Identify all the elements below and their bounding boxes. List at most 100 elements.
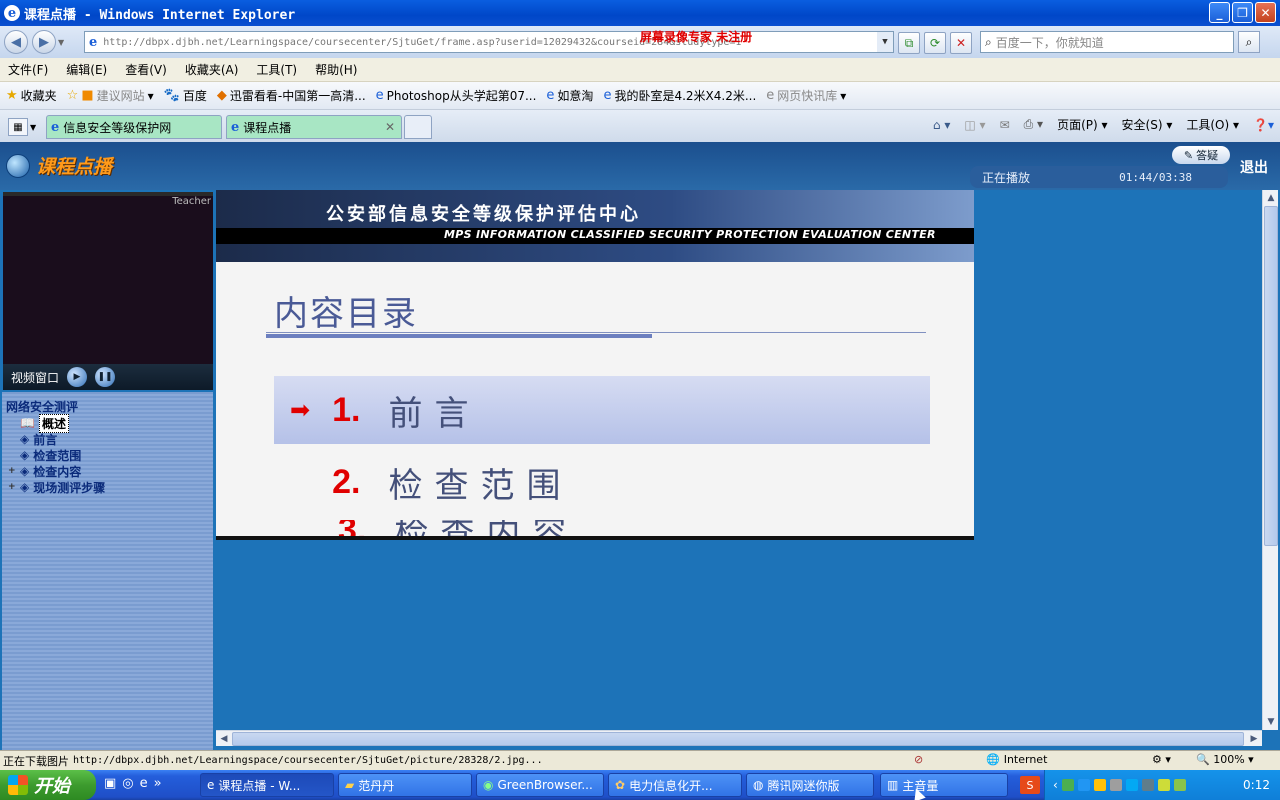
security-zone[interactable]: 🌐 Internet [986,753,1047,766]
horizontal-scrollbar[interactable]: ◀ ▶ [216,730,1262,746]
search-button[interactable]: ⌕ [1238,31,1260,53]
compat-view-icon[interactable]: ⧉ [898,32,920,54]
fav-ruyitao[interactable]: e 如意淘 [546,87,593,104]
history-dropdown-icon[interactable]: ▼ [58,38,68,47]
play-button[interactable]: ▶ [67,367,88,387]
feeds-icon[interactable]: ◫ ▾ [964,118,985,132]
tree-node[interactable]: + ◈ 现场测评步骤 [2,479,213,495]
task-volume[interactable]: ▥ 主音量 [880,773,1008,797]
tray-app-icon[interactable] [1141,779,1154,791]
menu-view[interactable]: 查看(V) [125,61,167,78]
baidu-paw-icon: 🐾 [163,88,180,103]
minimize-button[interactable]: _ [1209,2,1230,23]
scroll-thumb[interactable] [1264,206,1278,546]
exit-button[interactable]: 退出 [1234,152,1274,182]
menu-tools[interactable]: 工具(T) [256,61,297,78]
new-tab-button[interactable] [404,115,432,139]
tree-node-label: 检查内容 [33,464,82,479]
tab-course[interactable]: e 课程点播 ✕ [226,115,402,139]
help-icon[interactable]: ❓▾ [1253,118,1274,132]
tree-node[interactable]: ◈ 检查范围 [2,447,213,463]
scroll-right-icon[interactable]: ▶ [1246,731,1262,747]
tray-volume-icon[interactable] [1157,779,1170,791]
mail-icon[interactable]: ✉ [1000,118,1010,132]
sogou-input-icon[interactable]: S [1020,776,1040,794]
task-power-info[interactable]: ✿ 电力信息化开... [608,773,742,797]
fav-webslice[interactable]: e 网页快讯库 ▾ [766,87,846,104]
menu-help[interactable]: 帮助(H) [315,61,357,78]
menu-edit[interactable]: 编辑(E) [66,61,107,78]
tray-network-icon[interactable] [1125,779,1138,791]
item-text: 前言 [388,393,481,434]
favorites-button[interactable]: ★ 收藏夹 [6,87,57,104]
menu-favorites[interactable]: 收藏夹(A) [185,61,239,78]
tray-shield-icon[interactable] [1077,779,1090,791]
home-icon[interactable]: ⌂ ▾ [933,118,950,132]
video-window[interactable]: Teacher [3,192,213,388]
safety-menu[interactable]: 安全(S) ▾ [1122,116,1173,133]
tray-qq-icon[interactable] [1093,779,1106,791]
tree-node[interactable]: + ◈ 检查内容 [2,463,213,479]
slide-viewer: 公安部信息安全等级保护评估中心 MPS INFORMATION CLASSIFI… [216,190,974,540]
scroll-thumb[interactable] [232,732,1244,746]
tray-expand-icon[interactable]: ‹ [1053,778,1058,792]
close-tab-icon[interactable]: ✕ [385,120,395,134]
fav-label: 迅雷看看-中国第一高清... [229,89,366,103]
expand-icon[interactable]: + [8,466,16,476]
divider-accent [266,334,652,338]
task-tencent[interactable]: ◍ 腾讯网迷你版 [746,773,874,797]
refresh-icon[interactable]: ⟳ [924,32,946,54]
media-player-icon[interactable]: ◎ [122,776,133,791]
fav-bedroom[interactable]: e 我的卧室是4.2米X4.2米... [603,87,756,104]
fav-label: 我的卧室是4.2米X4.2米... [614,89,757,103]
task-folder[interactable]: ▰ 范丹丹 [338,773,472,797]
restore-button[interactable]: ❐ [1232,2,1253,23]
tree-root[interactable]: 网络安全测评 [2,398,213,415]
page-menu[interactable]: 页面(P) ▾ [1057,116,1107,133]
address-dropdown-icon[interactable]: ▼ [877,32,893,52]
tab-list-dropdown-icon[interactable]: ▼ [30,118,42,136]
tree-node[interactable]: 📖 概述 [2,413,213,433]
search-input[interactable]: ⌕ 百度一下，你就知道 [980,31,1234,53]
zoom-control[interactable]: 🔍 100% ▾ [1196,753,1254,766]
forward-button[interactable]: ▶ [32,30,56,54]
show-desktop-icon[interactable]: ▣ [104,776,116,791]
popup-blocker-icon[interactable]: ⊘ [914,753,923,766]
scroll-left-icon[interactable]: ◀ [216,731,232,747]
tray-app-icon[interactable] [1173,779,1186,791]
start-button[interactable]: 开始 [0,770,96,800]
tools-menu[interactable]: 工具(O) ▾ [1186,116,1239,133]
protected-mode-icon[interactable]: ⚙ ▾ [1152,753,1171,766]
tray-app-icon[interactable] [1061,779,1074,791]
pause-button[interactable]: ❚❚ [95,367,116,387]
slide-item: ➡ 2. 检查范围 [274,452,572,512]
clock[interactable]: 0:12 [1243,778,1270,792]
scroll-up-icon[interactable]: ▲ [1263,190,1279,206]
close-button[interactable]: ✕ [1255,2,1276,23]
fav-suggested-sites[interactable]: ☆ ■ 建议网站 ▾ [67,87,154,104]
stop-icon[interactable]: ✕ [950,32,972,54]
quick-tabs-icon[interactable]: ▦ [8,118,28,136]
ask-question-button[interactable]: ✎ 答疑 [1172,146,1230,164]
suggested-sites-icon: ■ [81,88,94,103]
fav-baidu[interactable]: 🐾 百度 [164,87,207,104]
address-bar[interactable]: e http://dbpx.djbh.net/Learningspace/cou… [84,31,894,53]
video-controls: 视频窗口 ▶ ❚❚ [3,364,213,390]
tray-network-icon[interactable] [1109,779,1122,791]
tab-security-site[interactable]: e 信息安全等级保护网 [46,115,222,139]
quick-launch: ▣ ◎ e » [104,776,162,791]
print-icon[interactable]: ⎙ ▾ [1024,117,1043,132]
tree-node[interactable]: ◈ 前言 [2,431,213,447]
task-greenbrowser[interactable]: ◉ GreenBrowser... [476,773,604,797]
more-icon[interactable]: » [154,776,162,791]
scroll-down-icon[interactable]: ▼ [1263,714,1279,730]
fav-xunlei[interactable]: ◆ 迅雷看看-中国第一高清... [217,87,366,104]
task-course[interactable]: e 课程点播 - W... [200,773,334,797]
vertical-scrollbar[interactable]: ▲ ▼ [1262,190,1278,730]
expand-icon[interactable]: + [8,482,16,492]
tab-label: 课程点播 [243,120,292,135]
fav-photoshop[interactable]: e Photoshop从头学起第07... [376,87,537,104]
menu-file[interactable]: 文件(F) [8,61,48,78]
back-button[interactable]: ◀ [4,30,28,54]
ie-launch-icon[interactable]: e [140,776,148,791]
